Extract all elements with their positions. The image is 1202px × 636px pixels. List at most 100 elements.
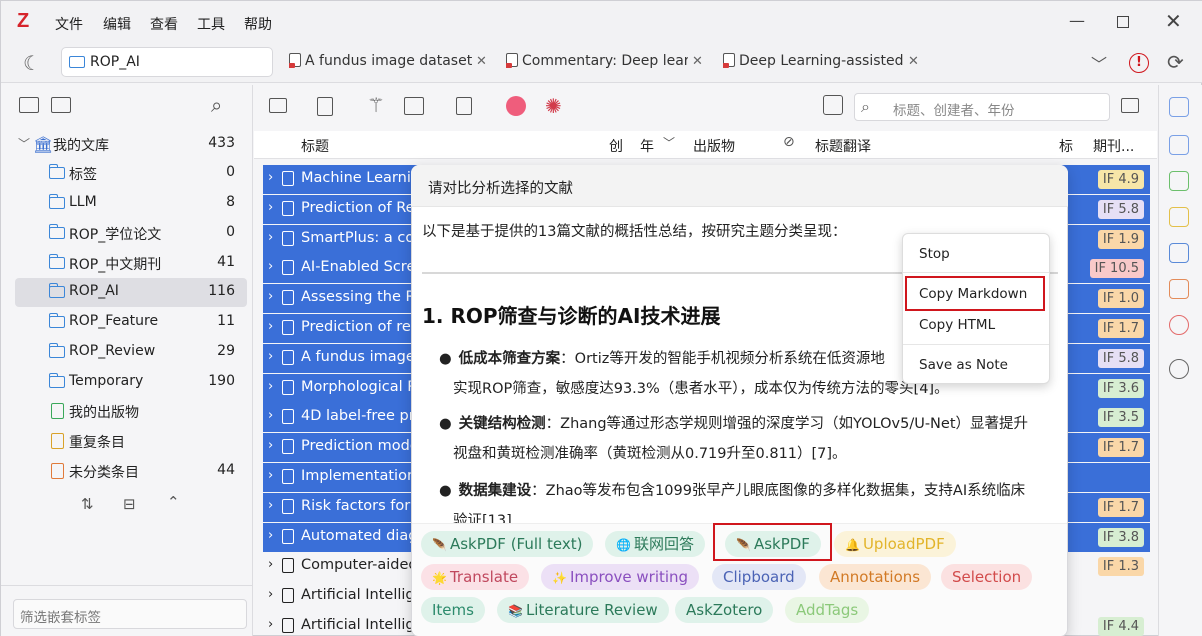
- collection-item[interactable]: Temporary 190: [15, 368, 247, 397]
- action-button[interactable]: 🌟 Translate: [421, 564, 530, 590]
- col-title[interactable]: 标题: [301, 136, 329, 156]
- notes-icon[interactable]: [1169, 207, 1189, 227]
- action-button[interactable]: 🔔 UploadPDF: [834, 531, 956, 557]
- chevron-right-icon[interactable]: ›: [268, 617, 273, 632]
- pomodoro-icon[interactable]: [506, 96, 526, 116]
- collapse-icon[interactable]: ⌃: [167, 493, 180, 511]
- action-button[interactable]: AddTags: [785, 597, 870, 623]
- action-button[interactable]: AskZotero: [675, 597, 774, 623]
- menu-tools[interactable]: 工具: [197, 14, 225, 34]
- action-button[interactable]: 🪶 AskPDF (Full text): [421, 531, 594, 557]
- tag-filter-input[interactable]: 筛选嵌套标签: [13, 599, 247, 629]
- info-icon[interactable]: [1169, 97, 1189, 117]
- action-button[interactable]: Selection: [941, 564, 1033, 590]
- chevron-right-icon[interactable]: ›: [268, 289, 273, 304]
- attachments-icon[interactable]: [1169, 171, 1189, 191]
- moon-icon[interactable]: ☾: [23, 51, 41, 75]
- col-title-translation[interactable]: 标题翻译: [815, 136, 871, 156]
- chevron-right-icon[interactable]: ›: [268, 498, 273, 513]
- search-input[interactable]: ⌕ 标题、创建者、年份: [854, 93, 1110, 121]
- tab-doc-1[interactable]: A fundus image dataset: [289, 53, 489, 69]
- collection-item[interactable]: ROP_Review 29: [15, 338, 247, 367]
- col-creator[interactable]: 创: [609, 136, 623, 156]
- chevron-right-icon[interactable]: ›: [268, 349, 273, 364]
- action-button[interactable]: Annotations: [819, 564, 932, 590]
- collection-item[interactable]: ﹀ 🏛 我的文库 433: [15, 130, 247, 159]
- chevron-right-icon[interactable]: ›: [268, 468, 273, 483]
- error-icon[interactable]: !: [1129, 53, 1149, 73]
- related-icon[interactable]: [1169, 315, 1189, 335]
- tab-doc-2[interactable]: Commentary: Deep lear: [506, 53, 688, 69]
- tree-icon[interactable]: ⊟: [123, 495, 136, 513]
- close-tab-icon[interactable]: ✕: [908, 54, 919, 69]
- attachment-add-icon[interactable]: [404, 97, 424, 115]
- tags-icon[interactable]: [1169, 279, 1189, 299]
- minimize-icon[interactable]: —: [1069, 11, 1085, 30]
- menu-copy-html[interactable]: Copy HTML: [919, 317, 995, 333]
- action-button[interactable]: Clipboard: [712, 564, 806, 590]
- chevron-right-icon[interactable]: ›: [268, 259, 273, 274]
- libraries-icon[interactable]: [1169, 243, 1189, 263]
- collection-item[interactable]: ROP_Feature 11: [15, 308, 247, 337]
- chevron-right-icon[interactable]: ›: [268, 200, 273, 215]
- menu-save-as-note[interactable]: Save as Note: [919, 357, 1008, 373]
- new-saved-search-icon[interactable]: [51, 97, 71, 113]
- library-icon: 🏛: [33, 135, 54, 154]
- action-button[interactable]: 🌐 联网回答: [605, 531, 705, 557]
- menu-view[interactable]: 查看: [150, 14, 178, 34]
- tab-doc-3[interactable]: Deep Learning-assisted: [723, 53, 903, 69]
- collection-item[interactable]: LLM 8: [15, 189, 247, 218]
- col-tags[interactable]: 标: [1059, 136, 1073, 156]
- chevron-right-icon[interactable]: ›: [268, 379, 273, 394]
- close-icon[interactable]: ✕: [1165, 9, 1182, 33]
- new-item-icon[interactable]: [317, 97, 333, 116]
- chevron-right-icon[interactable]: ›: [268, 170, 273, 185]
- menu-file[interactable]: 文件: [55, 14, 83, 34]
- chevron-right-icon[interactable]: ›: [268, 438, 273, 453]
- chevron-right-icon[interactable]: ›: [268, 230, 273, 245]
- highlight-box: [713, 523, 832, 561]
- sort-icon[interactable]: ⇅: [81, 495, 94, 513]
- upload-icon[interactable]: [823, 95, 843, 115]
- chevron-right-icon[interactable]: ›: [268, 528, 273, 543]
- menu-stop[interactable]: Stop: [919, 246, 950, 262]
- sync-icon[interactable]: ⟳: [1167, 50, 1184, 74]
- chevron-right-icon[interactable]: ›: [268, 319, 273, 334]
- chevron-down-icon[interactable]: ﹀: [18, 135, 30, 152]
- collection-item[interactable]: ROP_AI 116: [15, 278, 247, 307]
- magic-wand-icon[interactable]: ⚚: [367, 93, 385, 117]
- chevron-right-icon[interactable]: ›: [268, 557, 273, 572]
- collection-item[interactable]: 重复条目: [15, 427, 247, 456]
- close-tab-icon[interactable]: ✕: [476, 54, 487, 69]
- search-icon[interactable]: ⌕: [211, 93, 222, 117]
- collection-item[interactable]: ROP_中文期刊 41: [15, 249, 247, 278]
- col-year[interactable]: 年: [640, 136, 654, 156]
- chevron-right-icon[interactable]: ›: [268, 408, 273, 423]
- action-button[interactable]: 📚 Literature Review: [497, 597, 669, 623]
- collection-item[interactable]: ROP_学位论文 0: [15, 219, 247, 248]
- openai-icon[interactable]: ✺: [545, 94, 562, 118]
- new-collection-icon[interactable]: [19, 97, 39, 113]
- chevron-down-icon[interactable]: ﹀: [1091, 51, 1107, 75]
- col-journal[interactable]: 期刊...: [1093, 136, 1134, 156]
- folder-icon: [69, 56, 85, 68]
- impact-factor-badge: IF 3.8: [1097, 527, 1144, 547]
- col-publication[interactable]: 出版物: [693, 136, 735, 156]
- menu-edit[interactable]: 编辑: [103, 14, 131, 34]
- toggle-item-pane-icon[interactable]: [1121, 98, 1139, 113]
- close-tab-icon[interactable]: ✕: [692, 54, 703, 69]
- maximize-icon[interactable]: [1117, 16, 1129, 28]
- collection-item[interactable]: 我的出版物: [15, 397, 247, 426]
- collection-item[interactable]: 标签 0: [15, 159, 247, 188]
- new-note-icon[interactable]: [456, 97, 472, 115]
- action-button[interactable]: ✨ Improve writing: [541, 564, 700, 590]
- paperclip-icon[interactable]: ⊘: [783, 134, 795, 150]
- action-button[interactable]: Items: [421, 597, 485, 623]
- abstract-icon[interactable]: [1169, 135, 1189, 155]
- toggle-pane-icon[interactable]: [269, 98, 287, 113]
- locate-icon[interactable]: [1169, 359, 1189, 379]
- tab-library[interactable]: ROP_AI: [61, 47, 273, 77]
- chevron-right-icon[interactable]: ›: [268, 587, 273, 602]
- menu-help[interactable]: 帮助: [244, 14, 272, 34]
- collection-item[interactable]: 未分类条目 44: [15, 457, 247, 486]
